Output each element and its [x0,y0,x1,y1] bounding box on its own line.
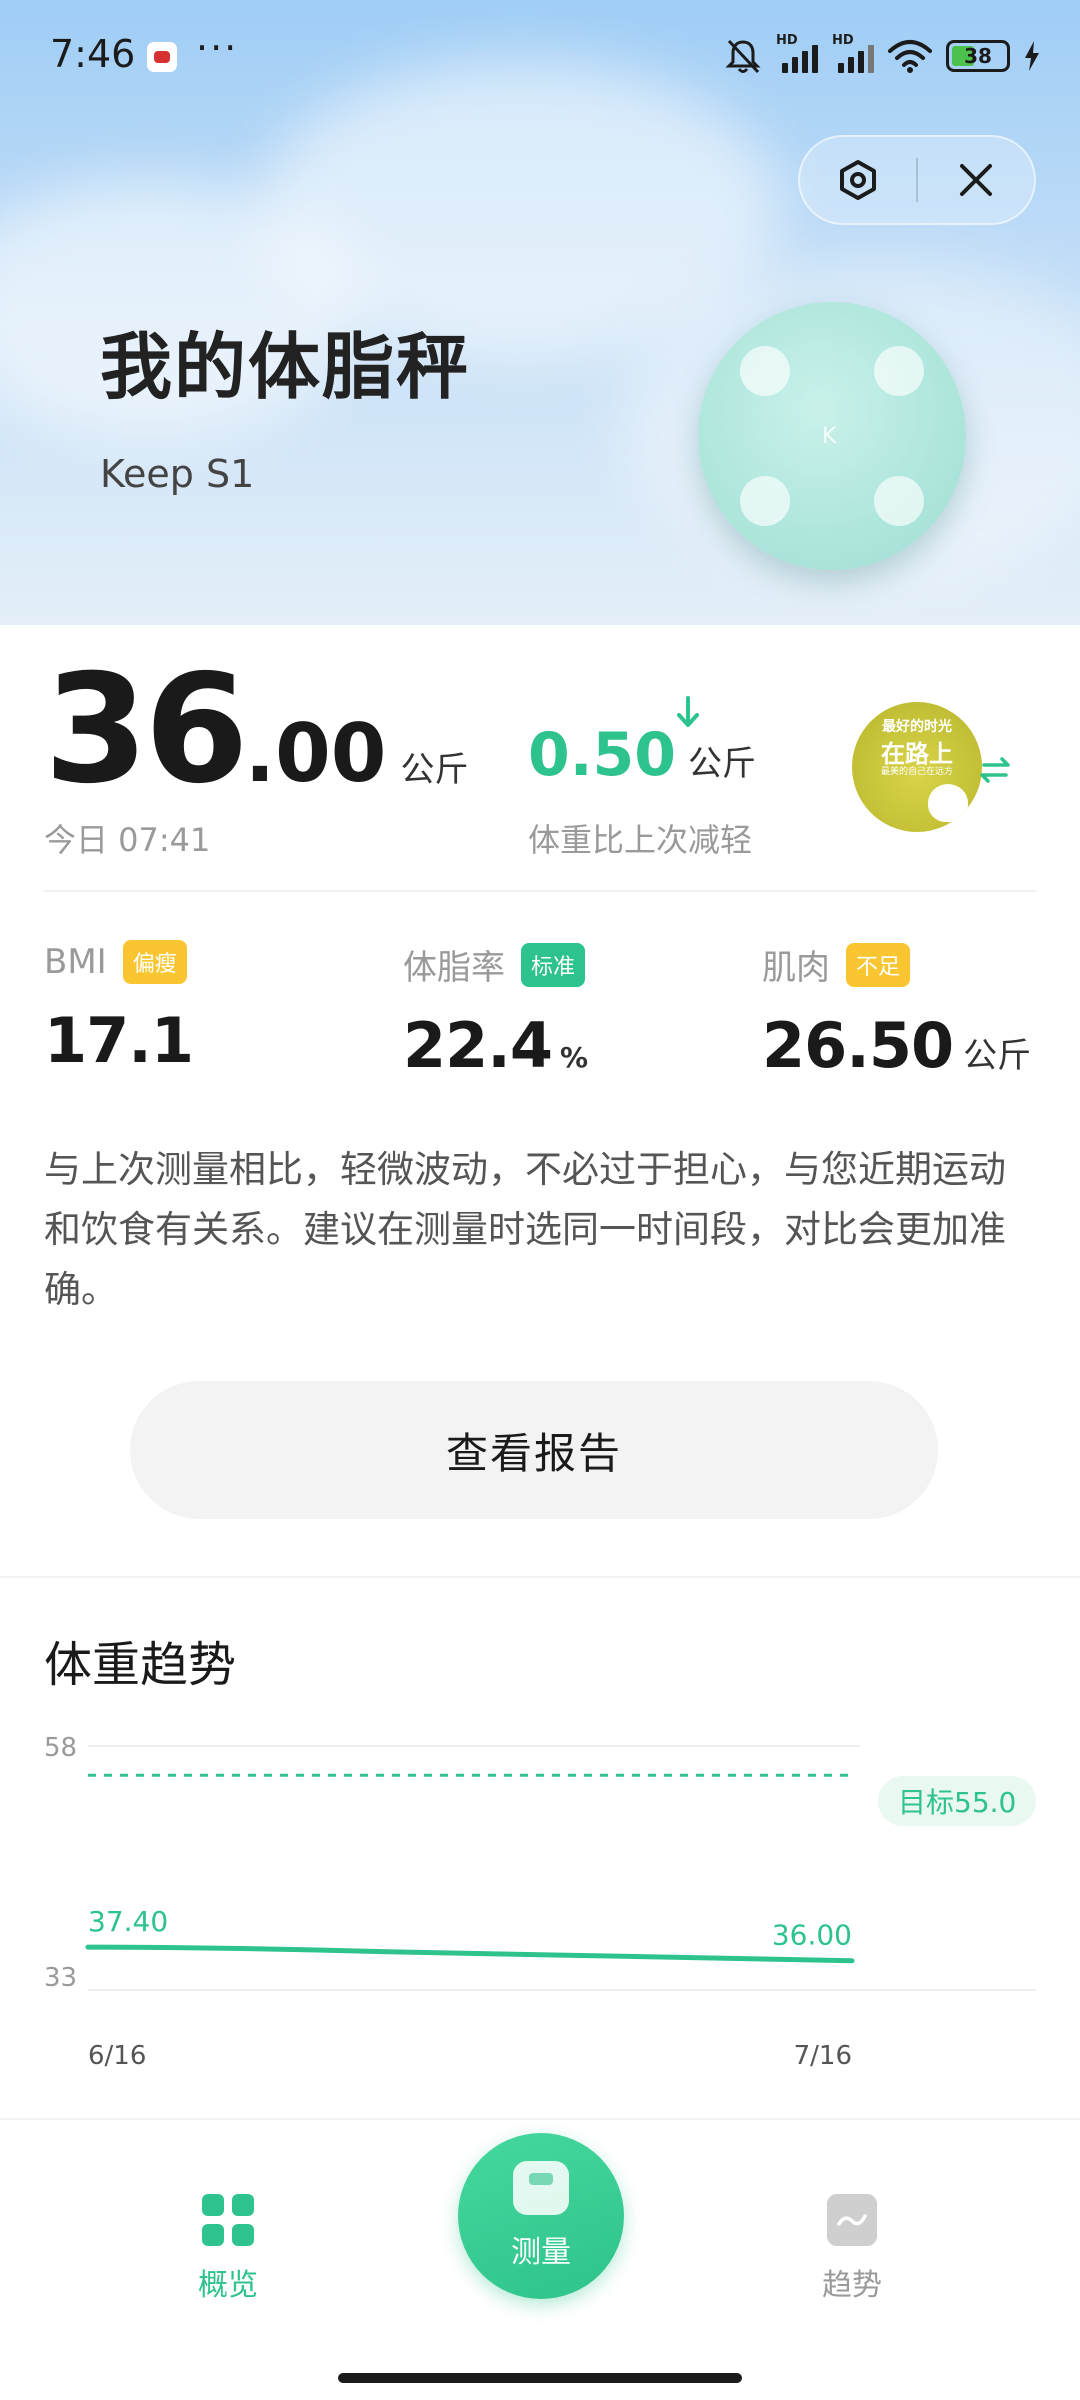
current-weight: 36 .00 公斤 [44,655,468,805]
metric-body-fat[interactable]: 体脂率 标准 22.4 % [403,940,588,1082]
grid-icon [202,2194,254,2246]
y-tick-label: 33 [44,1963,77,1993]
wifi-icon [888,40,932,73]
metric-label: 肌肉 [762,948,830,988]
scale-electrode [740,476,790,526]
weight-change-unit: 公斤 [688,744,757,784]
metric-muscle[interactable]: 肌肉 不足 26.50 公斤 [762,940,1031,1082]
weight-unit: 公斤 [400,750,469,790]
close-button[interactable] [918,137,1034,223]
status-time: 7:46 [50,32,136,76]
avatar-text-line3: 最美的自己在远方 [880,767,953,777]
scale-electrode [740,346,790,396]
hexagon-settings-icon [840,160,876,200]
data-label-end: 36.00 [772,1919,852,1952]
status-badge: 标准 [521,942,586,987]
status-bar: 7:46 ··· HD HD 38 [0,0,1080,110]
summary-divider [44,890,1036,892]
status-badge: 不足 [846,942,911,987]
section-divider [0,1576,1080,1578]
metric-value: 17.1 [44,1004,194,1077]
app-notification-icon [147,42,177,72]
weight-series-line [85,1944,855,1964]
page-title: 我的体脂秤 [100,325,471,409]
home-indicator [338,2373,742,2383]
signal-1-icon: HD [776,33,818,73]
weight-change-value: 0.50 [528,720,677,790]
header-hero: 7:46 ··· HD HD 38 我的体脂秤 Keep S1 K [0,0,1080,625]
user-avatar[interactable]: 最好的时光 在路上 最美的自己在远方 [852,702,982,832]
data-label-start: 37.40 [88,1905,168,1938]
x-tick-label: 7/16 [794,2041,852,2071]
measure-button[interactable]: 测量 [458,2133,624,2299]
settings-button[interactable] [800,137,916,223]
weight-change: 0.50 公斤 [528,720,756,790]
battery-icon: 38 [946,40,1010,72]
weight-trend-chart[interactable]: 58 33 37.40 36.00 6/16 7/16 [0,1720,1080,2080]
avatar-cat-graphic [928,784,968,822]
tab-trend-label: 趋势 [822,2268,882,2303]
metric-unit: 公斤 [963,1036,1032,1076]
more-notifications-icon: ··· [196,26,239,70]
top-action-capsule [798,135,1036,225]
charging-icon [1025,41,1039,71]
tab-overview-label: 概览 [198,2268,258,2303]
scale-electrode [874,346,924,396]
tab-overview[interactable]: 概览 [128,2194,328,2304]
weight-decimal: .00 [244,707,387,800]
scale-image: K [698,302,966,570]
avatar-text-line1: 最好的时光 [882,719,952,735]
trend-title: 体重趋势 [44,1637,237,1693]
metric-value: 26.50 [762,1009,954,1082]
weight-change-label: 体重比上次减轻 [528,821,753,859]
metric-label: 体脂率 [403,948,505,988]
status-badge: 偏瘦 [122,940,187,984]
measure-label: 测量 [511,2235,571,2270]
mute-bell-icon [725,39,761,74]
goal-chip: 目标55.0 [878,1776,1037,1826]
x-tick-label: 6/16 [88,2041,146,2071]
metric-unit: % [559,1041,589,1074]
bottom-nav-divider [0,2118,1080,2120]
y-tick-label: 58 [44,1733,77,1763]
scale-electrode [874,476,924,526]
metric-label: BMI [44,942,107,982]
tab-trend[interactable]: 趋势 [752,2194,952,2304]
scale-icon [513,2161,569,2215]
weight-integer: 36 [44,643,249,817]
close-icon [959,164,992,196]
advice-text: 与上次测量相比，轻微波动，不必过于担心，与您近期运动和饮食有关系。建议在测量时选… [44,1148,1006,1311]
signal-2-icon: HD [832,33,874,73]
status-icons: HD HD 38 [724,33,1040,78]
view-report-button[interactable]: 查看报告 [130,1381,938,1519]
trend-icon [827,2194,877,2246]
battery-level: 38 [964,44,992,68]
device-model: Keep S1 [100,452,255,496]
measure-time: 今日 07:41 [44,821,211,859]
metric-bmi[interactable]: BMI 偏瘦 17.1 [44,940,194,1077]
swap-icon[interactable] [978,755,1012,785]
metric-value: 22.4 [403,1009,553,1082]
scale-logo: K [822,424,837,449]
